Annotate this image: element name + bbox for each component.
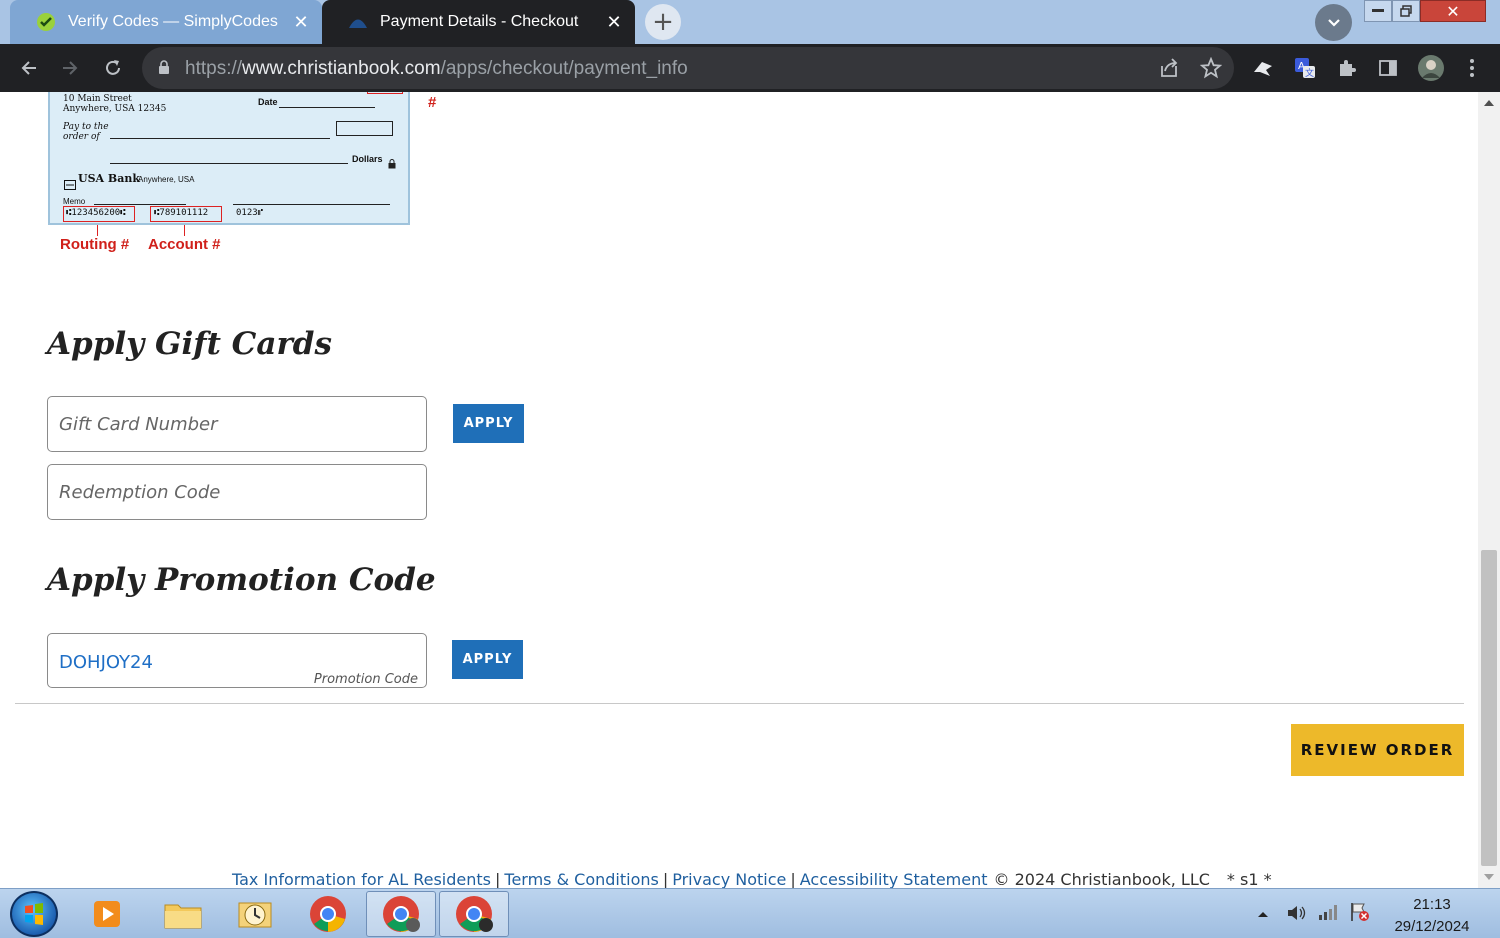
check-bank-name: USA Bank <box>78 172 140 185</box>
footer-copyright: © 2024 Christianbook, LLC <box>993 870 1210 888</box>
new-tab-button[interactable]: + <box>645 4 681 40</box>
checkout-page: 10 Main Street Anywhere, USA 12345 Date … <box>0 92 1478 888</box>
system-clock[interactable]: 21:13 29/12/2024 <box>1388 894 1476 938</box>
check-number-micr: 0123⑈ <box>236 208 264 218</box>
scrollbar-thumb[interactable] <box>1481 550 1497 866</box>
chrome-icon <box>310 896 346 932</box>
taskbar-chrome[interactable] <box>293 891 363 937</box>
tab-title: Verify Codes — SimplyCodes <box>68 13 278 30</box>
lock-icon[interactable] <box>158 60 170 79</box>
check-number-mark: # <box>428 94 437 111</box>
url-host: www.christianbook.com <box>242 58 441 79</box>
back-arrow-icon[interactable] <box>15 54 43 82</box>
scroll-up-arrow-icon[interactable] <box>1484 100 1494 106</box>
mail-clock-icon <box>238 902 272 928</box>
check-memo-label: Memo <box>63 197 86 206</box>
media-player-icon <box>94 901 120 927</box>
taskbar-outlook[interactable] <box>220 891 290 937</box>
check-routing-micr: ⑆123456200⑆ <box>66 208 126 218</box>
check-account-micr: ⑆789101112 <box>154 208 209 218</box>
extension-bird-icon[interactable] <box>1251 56 1275 80</box>
translate-extension-icon[interactable]: A文 <box>1293 56 1317 80</box>
footer-link-terms[interactable]: Terms & Conditions <box>504 870 658 888</box>
account-pointer-line <box>184 225 185 236</box>
footer-server-marker: * s1 * <box>1226 870 1272 888</box>
redemption-code-field[interactable] <box>47 464 427 520</box>
promotion-code-heading: Apply Promotion Code <box>47 562 436 598</box>
chrome-profile-icon <box>456 896 493 932</box>
christianbook-favicon-icon <box>348 12 368 32</box>
routing-pointer-line <box>97 225 98 236</box>
tab-title: Payment Details - Checkout <box>380 13 579 30</box>
bank-logo-icon <box>64 175 76 194</box>
taskbar-chrome-profile-1[interactable] <box>366 891 436 937</box>
scroll-down-arrow-icon[interactable] <box>1484 874 1494 880</box>
bookmark-star-icon[interactable] <box>1199 56 1223 83</box>
gift-card-number-input[interactable] <box>59 397 414 451</box>
page-scrollbar[interactable] <box>1478 92 1500 888</box>
clock-date: 29/12/2024 <box>1394 918 1470 935</box>
minimize-button[interactable] <box>1364 0 1392 22</box>
browser-menu-icon[interactable] <box>1460 56 1484 80</box>
taskbar-chrome-profile-2[interactable] <box>439 891 509 937</box>
check-address-line1: 10 Main Street <box>63 94 132 104</box>
url-path: /apps/checkout/payment_info <box>440 58 688 79</box>
footer-link-accessibility[interactable]: Accessibility Statement <box>800 870 988 888</box>
windows-logo-icon <box>25 903 43 925</box>
profile-avatar-icon[interactable] <box>1416 53 1446 83</box>
close-tab-icon[interactable]: ✕ <box>286 7 316 37</box>
forward-arrow-icon[interactable] <box>56 54 84 82</box>
folder-icon <box>164 904 202 929</box>
redemption-code-input[interactable] <box>59 465 414 519</box>
clock-time: 21:13 <box>1413 896 1451 913</box>
section-divider <box>15 703 1464 704</box>
network-signal-icon[interactable] <box>1318 903 1338 924</box>
close-window-button[interactable]: ✕ <box>1420 0 1486 22</box>
show-hidden-icons-icon[interactable] <box>1257 905 1269 921</box>
browser-toolbar: https://www.christianbook.com/apps/check… <box>0 44 1500 92</box>
taskbar-media-player[interactable] <box>72 891 142 937</box>
reload-icon[interactable] <box>99 54 127 82</box>
tab-verify-codes[interactable]: Verify Codes — SimplyCodes ✕ <box>10 0 322 44</box>
footer-link-privacy[interactable]: Privacy Notice <box>672 870 786 888</box>
close-tab-icon[interactable]: ✕ <box>599 7 629 37</box>
gift-cards-heading: Apply Gift Cards <box>47 326 332 362</box>
promotion-code-hint: Promotion Code <box>313 672 418 687</box>
windows-taskbar: 21:13 29/12/2024 <box>0 888 1500 938</box>
review-order-button[interactable]: REVIEW ORDER <box>1291 724 1464 776</box>
page-footer: Tax Information for AL Residents | Terms… <box>232 870 1272 888</box>
check-bank-location: Anywhere, USA <box>138 175 195 184</box>
routing-label: Routing # <box>60 236 130 253</box>
check-address-line2: Anywhere, USA 12345 <box>63 104 167 114</box>
apply-promotion-button[interactable]: APPLY <box>452 640 523 679</box>
address-bar[interactable]: https://www.christianbook.com/apps/check… <box>142 47 1234 89</box>
tab-payment-details[interactable]: Payment Details - Checkout ✕ <box>322 0 635 44</box>
volume-icon[interactable] <box>1286 903 1308 926</box>
restore-button[interactable] <box>1392 0 1420 22</box>
action-center-flag-icon[interactable] <box>1349 901 1371 926</box>
footer-link-tax-info[interactable]: Tax Information for AL Residents <box>232 870 491 888</box>
browser-tab-strip: Verify Codes — SimplyCodes ✕ Payment Det… <box>0 0 1500 44</box>
check-pay-to-label: Pay to the order of <box>63 122 109 142</box>
tab-search-button[interactable] <box>1315 4 1352 41</box>
svg-text:文: 文 <box>1305 67 1314 79</box>
check-date-label: Date <box>258 97 278 107</box>
account-label: Account # <box>148 236 221 253</box>
padlock-icon <box>388 154 396 173</box>
gift-card-number-field[interactable] <box>47 396 427 452</box>
window-controls: ✕ <box>1364 0 1486 22</box>
url-scheme: https:// <box>185 58 243 79</box>
extensions-puzzle-icon[interactable] <box>1335 56 1359 80</box>
taskbar-file-explorer[interactable] <box>148 891 218 937</box>
check-dollars-label: Dollars <box>352 154 383 164</box>
apply-gift-card-button[interactable]: APPLY <box>453 404 524 443</box>
side-panel-icon[interactable] <box>1376 56 1400 80</box>
start-button[interactable] <box>10 891 58 937</box>
chrome-profile-icon <box>383 896 420 932</box>
url-text: https://www.christianbook.com/apps/check… <box>185 58 688 80</box>
promotion-code-field[interactable]: Promotion Code <box>47 633 427 690</box>
share-icon[interactable] <box>1158 58 1180 82</box>
simplycodes-favicon-icon <box>36 12 56 32</box>
sample-check-image: 10 Main Street Anywhere, USA 12345 Date … <box>48 92 410 225</box>
